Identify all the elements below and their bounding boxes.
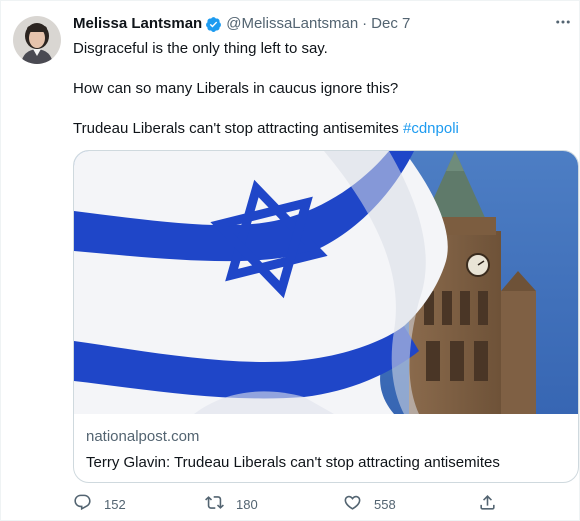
tweet-date[interactable]: Dec 7: [371, 14, 410, 34]
tweet[interactable]: Melissa Lantsman @MelissaLantsman · Dec …: [0, 0, 580, 521]
reply-icon: [73, 493, 92, 515]
tweet-line-3: Trudeau Liberals can't stop attracting a…: [73, 119, 568, 139]
tweet-line-1: Disgraceful is the only thing left to sa…: [73, 40, 328, 57]
retweet-count: 180: [236, 496, 258, 512]
card-title: Terry Glavin: Trudeau Liberals can't sto…: [86, 454, 500, 471]
tweet-line-2: How can so many Liberals in caucus ignor…: [73, 80, 399, 97]
avatar[interactable]: [13, 16, 61, 64]
author-name[interactable]: Melissa Lantsman: [73, 14, 202, 34]
verified-icon: [205, 16, 222, 33]
card-image[interactable]: [74, 151, 578, 414]
separator-dot: ·: [362, 15, 368, 32]
more-button[interactable]: [552, 13, 574, 35]
card-info[interactable]: nationalpost.com Terry Glavin: Trudeau L…: [74, 415, 578, 482]
link-card[interactable]: nationalpost.com Terry Glavin: Trudeau L…: [73, 150, 579, 483]
reply-button[interactable]: 152: [73, 492, 126, 516]
reply-count: 152: [104, 496, 126, 512]
share-button[interactable]: [478, 492, 497, 516]
more-icon: [554, 13, 572, 36]
like-icon: [343, 493, 362, 515]
author-handle[interactable]: @MelissaLantsman: [226, 14, 358, 34]
hashtag-link[interactable]: #cdnpoli: [403, 120, 459, 137]
card-domain: nationalpost.com: [86, 428, 200, 445]
tweet-text: Disgraceful is the only thing left to sa…: [73, 39, 568, 139]
tweet-line-3-text: Trudeau Liberals can't stop attracting a…: [73, 120, 403, 137]
tweet-header: Melissa Lantsman @MelissaLantsman · Dec …: [73, 14, 410, 34]
like-count: 558: [374, 496, 396, 512]
retweet-icon: [205, 493, 224, 515]
share-icon: [478, 493, 497, 515]
action-bar: 152 180 558: [67, 492, 507, 516]
like-button[interactable]: 558: [343, 492, 396, 516]
retweet-button[interactable]: 180: [205, 492, 258, 516]
